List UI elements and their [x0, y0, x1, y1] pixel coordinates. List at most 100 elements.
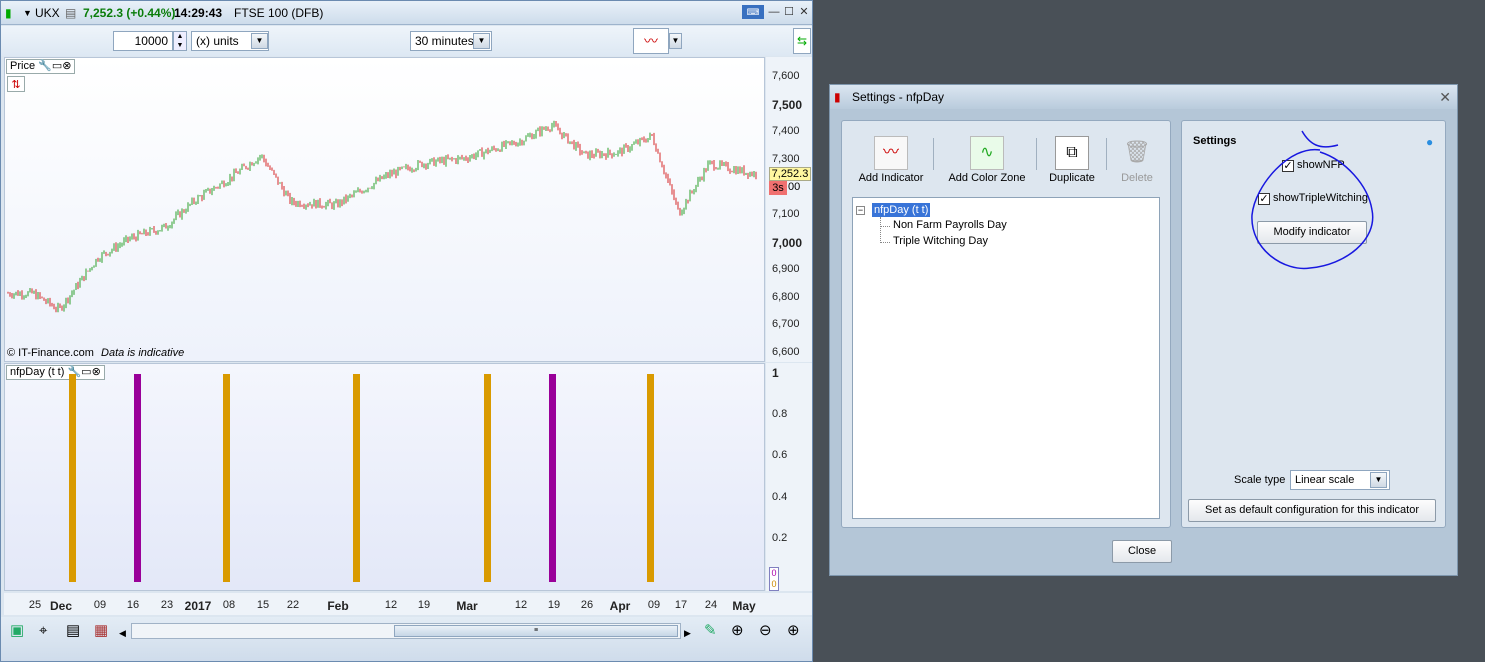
nfp-bar — [647, 374, 654, 582]
indicator-axis[interactable]: 1 0.8 0.6 0.4 0.2 00 — [766, 363, 812, 591]
side-panel-toggle-icon[interactable]: ⇆ — [793, 28, 811, 54]
time-tick: 2017 — [184, 599, 212, 613]
price-chart — [7, 120, 757, 313]
scale-type-dropdown-icon[interactable]: ▼ — [1370, 472, 1387, 488]
symbol-label[interactable]: UKX — [35, 6, 60, 20]
zoom-in-icon[interactable]: ⊕ — [787, 623, 800, 639]
partial-tick: 00 — [788, 181, 801, 193]
price-pane[interactable]: Price 🔧▭⊗ ⇅ © IT-Finance.com Data is ind… — [4, 57, 765, 362]
price-tick: 7,100 — [772, 208, 800, 220]
nfp-bar — [353, 374, 360, 582]
minimize-button[interactable]: — — [767, 5, 781, 19]
toolbar-separator — [1106, 138, 1107, 170]
time-axis[interactable]: 25 Dec 09 16 23 2017 08 15 22 Feb 12 19 Mar 12 19 26 Apr… — [4, 593, 812, 615]
countdown-badge: 3s — [769, 181, 787, 195]
indicator-tick: 0.4 — [772, 490, 788, 503]
color-zone-icon: ∿ — [970, 136, 1004, 170]
price-tick: 7,400 — [772, 125, 800, 138]
scroll-right-icon[interactable]: ▶ — [684, 625, 691, 641]
time-tick: Dec — [49, 599, 73, 613]
copyright-text: © IT-Finance.com — [7, 347, 94, 359]
list-icon[interactable]: ▤ — [66, 623, 80, 639]
help-bubble-icon[interactable]: ● — [1426, 135, 1433, 149]
chart-titlebar: ▮ ▼ UKX ▤ 7,252.3 (+0.44%) 14:29:43 FTSE… — [1, 1, 812, 25]
indicator-chart — [69, 374, 654, 582]
zoom-fit-icon[interactable]: ⊕ — [731, 623, 744, 639]
time-tick: 19 — [547, 599, 561, 611]
current-price-tag: 7,252.3 — [769, 167, 811, 181]
time-tick: 08 — [222, 599, 236, 611]
tree-root[interactable]: nfpDay (t t) — [872, 203, 931, 217]
indicators-dropdown-icon[interactable]: ▼ — [669, 33, 682, 49]
indicator-value-box: 00 — [769, 567, 779, 591]
modify-indicator-button[interactable]: Modify indicator — [1257, 221, 1367, 244]
footer-note: © IT-Finance.com Data is indicative — [7, 347, 184, 359]
time-tick: 15 — [256, 599, 270, 611]
add-indicator-button[interactable]: 〰 Add Indicator — [855, 136, 927, 184]
settings-title: Settings - nfpDay — [852, 90, 945, 104]
time-tick: May — [732, 599, 756, 613]
zoom-out-icon[interactable]: ⊖ — [759, 623, 772, 639]
set-default-button[interactable]: Set as default configuration for this in… — [1188, 499, 1436, 522]
units-dropdown-icon[interactable]: ▼ — [251, 33, 268, 49]
triple-witching-bar — [549, 374, 556, 582]
close-button[interactable]: Close — [1112, 540, 1172, 563]
quantity-input[interactable]: 10000 — [113, 31, 173, 51]
drawing-tools-icon[interactable]: ✎ — [704, 623, 717, 639]
close-window-button[interactable]: ✕ — [797, 5, 811, 19]
price-tick: 6,800 — [772, 290, 800, 303]
trash-icon: 🗑 — [1123, 139, 1151, 164]
maximize-button[interactable]: ☐ — [782, 5, 796, 19]
settings-panel-title: Settings — [1193, 135, 1237, 147]
duplicate-button[interactable]: ⧉ Duplicate — [1043, 136, 1101, 184]
delete-button[interactable]: 🗑 Delete — [1112, 136, 1162, 184]
scroll-thumb[interactable]: ≡ — [394, 625, 678, 637]
time-tick: Mar — [456, 599, 478, 613]
grid-icon[interactable]: ▦ — [94, 623, 108, 639]
price-tick: 6,700 — [772, 318, 800, 331]
price-tick: 7,300 — [772, 152, 800, 165]
duplicate-icon: ⧉ — [1055, 136, 1089, 170]
time-tick: 17 — [674, 599, 688, 611]
indicator-tick: 0.8 — [772, 407, 788, 420]
time-tick: 09 — [93, 599, 107, 611]
time-scrollbar[interactable]: ≡ — [131, 623, 681, 639]
tree-item-nfp[interactable]: Non Farm Payrolls Day — [893, 219, 1007, 231]
price-tick: 7,600 — [772, 70, 800, 82]
indicators-icon[interactable]: 〰 — [633, 28, 669, 54]
show-triple-witching-checkbox[interactable]: ✓ — [1258, 193, 1270, 205]
tree-line — [880, 226, 890, 227]
scroll-left-icon[interactable]: ◀ — [119, 625, 126, 641]
instrument-name: FTSE 100 (DFB) — [234, 6, 324, 20]
info-icon[interactable]: ▤ — [65, 5, 76, 21]
quantity-stepper[interactable]: ▲ ▼ — [173, 31, 187, 51]
indicator-pane[interactable]: nfpDay (t t) 🔧▭⊗ — [4, 363, 765, 591]
dialog-close-icon[interactable]: ✕ — [1439, 85, 1451, 109]
price-axis[interactable]: 7,600 7,500 7,400 7,300 7,100 7,000 6,900 6,800… — [766, 57, 812, 362]
candlestick-icon[interactable]: ▮ — [5, 5, 12, 21]
add-indicator-icon: 〰 — [874, 136, 908, 170]
keyboard-icon[interactable]: ⌨ — [742, 5, 764, 19]
cursor-icon[interactable]: ⌖ — [39, 623, 47, 639]
add-color-zone-button[interactable]: ∿ Add Color Zone — [944, 136, 1030, 184]
chart-toolbar: 10000 ▲ ▼ (x) units ▼ 30 minutes ▼ 〰 ▼ ⇆ — [1, 26, 812, 56]
indicator-tick: 0.2 — [772, 532, 788, 545]
toolbar-separator — [933, 138, 934, 170]
scale-type-label: Scale type — [1234, 474, 1286, 486]
time-tick: 12 — [384, 599, 398, 611]
timeframe-dropdown-icon[interactable]: ▼ — [473, 33, 490, 49]
nfp-bar — [69, 374, 76, 582]
show-triple-witching-label: showTripleWitching — [1273, 192, 1368, 204]
time-tick: 19 — [417, 599, 431, 611]
triple-witching-bar — [134, 374, 141, 582]
dropdown-arrow-icon[interactable]: ▼ — [23, 8, 32, 18]
show-nfp-label: showNFP — [1297, 159, 1345, 171]
tree-item-triple-witching[interactable]: Triple Witching Day — [893, 235, 988, 247]
chart-type-icon[interactable]: ▣ — [10, 623, 24, 639]
indicator-tree[interactable]: − nfpDay (t t) Non Farm Payrolls Day Tri… — [852, 197, 1160, 519]
price-tick: 7,500 — [772, 97, 803, 112]
indicator-icon: ▮ — [834, 90, 841, 104]
show-nfp-checkbox[interactable]: ✓ — [1282, 160, 1294, 172]
nfp-bar — [484, 374, 491, 582]
tree-collapse-icon[interactable]: − — [856, 206, 865, 215]
